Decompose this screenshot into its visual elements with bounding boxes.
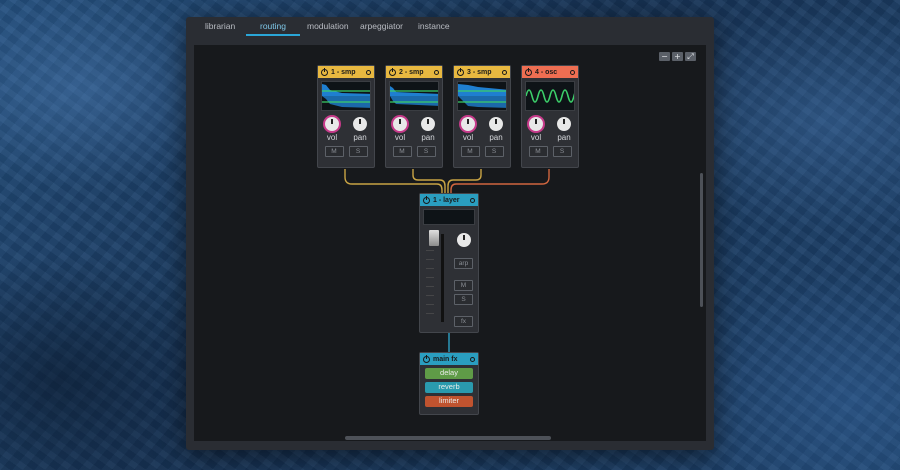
mute-button[interactable]: M xyxy=(392,146,412,157)
knob-row: vol pan xyxy=(454,117,510,142)
solo-button[interactable]: S xyxy=(484,146,504,157)
main-fx-label: main fx xyxy=(433,355,458,363)
waveform-display xyxy=(525,81,575,111)
wire-4 xyxy=(450,169,550,193)
pan-knob[interactable] xyxy=(457,233,471,247)
knob-row: vol pan xyxy=(522,117,578,142)
fader-scale xyxy=(426,250,434,320)
routing-canvas[interactable]: − + ⤢ 1 - smp vol pan M S 2 - smp vol pa… xyxy=(194,45,706,441)
knob-row: vol pan xyxy=(318,117,374,142)
mute-button[interactable]: M xyxy=(454,280,473,291)
pan-knob[interactable] xyxy=(557,117,571,131)
gear-icon[interactable] xyxy=(366,69,371,75)
pan-label: pan xyxy=(557,133,571,142)
vol-knob[interactable] xyxy=(393,117,407,131)
solo-button[interactable]: S xyxy=(348,146,368,157)
tab-modulation[interactable]: modulation xyxy=(307,22,349,40)
layer-meter xyxy=(423,209,475,225)
gear-icon[interactable] xyxy=(470,356,475,362)
power-icon[interactable] xyxy=(423,195,430,204)
module-label: 1 - smp xyxy=(331,68,356,76)
layer-header[interactable]: 1 - layer xyxy=(420,194,478,206)
fx-limiter-slot[interactable]: limiter xyxy=(425,396,473,407)
module-2-smp[interactable]: 2 - smp vol pan MS xyxy=(385,65,443,168)
wire-2 xyxy=(412,169,446,193)
vol-label: vol xyxy=(326,133,338,142)
power-icon[interactable] xyxy=(423,354,430,363)
fx-delay-slot[interactable]: delay xyxy=(425,368,473,379)
waveform-display xyxy=(389,81,439,111)
waveform-display xyxy=(457,81,507,111)
wire-3 xyxy=(447,169,482,193)
pan-knob[interactable] xyxy=(489,117,503,131)
arp-button[interactable]: arp xyxy=(454,258,473,269)
knob-row: vol pan xyxy=(386,117,442,142)
module-label: 3 - smp xyxy=(467,68,492,76)
waveform-display xyxy=(321,81,371,111)
solo-button[interactable]: S xyxy=(416,146,436,157)
vol-knob[interactable] xyxy=(461,117,475,131)
module-header[interactable]: 4 - osc xyxy=(522,66,578,78)
module-header[interactable]: 2 - smp xyxy=(386,66,442,78)
volume-fader[interactable] xyxy=(429,230,439,246)
pan-knob[interactable] xyxy=(421,117,435,131)
tab-bar: librarian routing modulation arpeggiator… xyxy=(186,17,714,45)
vol-label: vol xyxy=(530,133,542,142)
tab-librarian[interactable]: librarian xyxy=(205,22,235,40)
module-label: 2 - smp xyxy=(399,68,424,76)
fx-reverb-slot[interactable]: reverb xyxy=(425,382,473,393)
module-4-osc[interactable]: 4 - osc vol pan MS xyxy=(521,65,579,168)
horizontal-scrollbar[interactable] xyxy=(345,436,551,440)
gear-icon[interactable] xyxy=(570,69,575,75)
fx-button[interactable]: fx xyxy=(454,316,473,327)
pan-label: pan xyxy=(353,133,367,142)
gear-icon[interactable] xyxy=(502,69,507,75)
mute-button[interactable]: M xyxy=(324,146,344,157)
main-fx-header[interactable]: main fx xyxy=(420,353,478,365)
sample-waveform xyxy=(458,84,506,108)
sample-waveform xyxy=(390,86,438,106)
solo-button[interactable]: S xyxy=(552,146,572,157)
wire-1 xyxy=(344,169,443,193)
tab-routing[interactable]: routing xyxy=(246,22,300,40)
pan-knob[interactable] xyxy=(353,117,367,131)
tab-instance[interactable]: instance xyxy=(418,22,450,40)
mute-button[interactable]: M xyxy=(460,146,480,157)
module-3-smp[interactable]: 3 - smp vol pan MS xyxy=(453,65,511,168)
gear-icon[interactable] xyxy=(470,197,475,203)
mute-button[interactable]: M xyxy=(528,146,548,157)
gear-icon[interactable] xyxy=(434,69,439,75)
vol-label: vol xyxy=(462,133,474,142)
layer-label: 1 - layer xyxy=(433,196,460,204)
fader-track xyxy=(441,234,444,322)
pan-label: pan xyxy=(489,133,503,142)
module-label: 4 - osc xyxy=(535,68,558,76)
app-window: librarian routing modulation arpeggiator… xyxy=(186,17,714,450)
power-icon[interactable] xyxy=(389,67,396,76)
vol-label: vol xyxy=(394,133,406,142)
module-header[interactable]: 3 - smp xyxy=(454,66,510,78)
pan-label: pan xyxy=(421,133,435,142)
vertical-scrollbar[interactable] xyxy=(700,173,703,307)
power-icon[interactable] xyxy=(525,67,532,76)
layer-module[interactable]: 1 - layer arp M S fx xyxy=(419,193,479,333)
solo-button[interactable]: S xyxy=(454,294,473,305)
tab-arpeggiator[interactable]: arpeggiator xyxy=(360,22,403,40)
sine-waveform xyxy=(526,89,574,103)
vol-knob[interactable] xyxy=(529,117,543,131)
sample-waveform xyxy=(322,84,370,108)
module-1-smp[interactable]: 1 - smp vol pan MS xyxy=(317,65,375,168)
module-header[interactable]: 1 - smp xyxy=(318,66,374,78)
vol-knob[interactable] xyxy=(325,117,339,131)
power-icon[interactable] xyxy=(457,67,464,76)
power-icon[interactable] xyxy=(321,67,328,76)
main-fx-module[interactable]: main fx delay reverb limiter xyxy=(419,352,479,415)
